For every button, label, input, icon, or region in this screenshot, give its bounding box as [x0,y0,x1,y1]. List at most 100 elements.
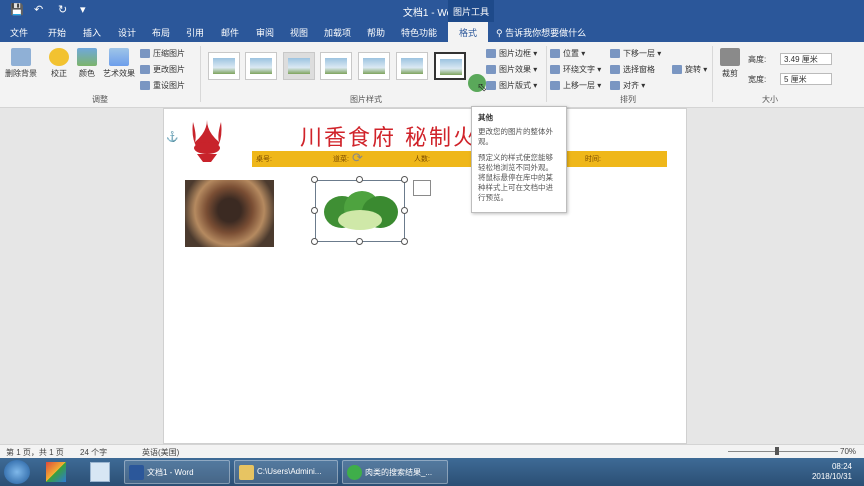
sun-icon [49,48,69,66]
corrections-button[interactable]: 校正 [46,48,72,79]
tab-layout[interactable]: 布局 [152,26,170,39]
bring-forward-label: 上移一层 [563,81,595,90]
picture-style-5[interactable] [358,52,390,80]
effects-icon [486,65,496,75]
position-label: 位置 [563,49,579,58]
artistic-effects-icon [109,48,129,66]
selection-pane-icon [610,65,620,75]
reset-picture-button[interactable]: 重设图片 [140,80,185,91]
taskbar-browser[interactable]: 肉类的搜索结果_... [342,460,448,484]
zoom-level[interactable]: 70% [840,447,856,456]
selection-pane-button[interactable]: 选择窗格 [610,64,655,75]
picture-style-6[interactable] [396,52,428,80]
reset-picture-icon [140,81,150,91]
tab-addins[interactable]: 加载项 [324,26,351,39]
word-count[interactable]: 24 个字 [80,447,107,458]
change-picture-button[interactable]: 更改图片 [140,64,185,75]
align-icon [610,81,620,91]
tell-me-label: 告诉我你想要做什么 [505,28,587,38]
resize-handle[interactable] [401,238,408,245]
language[interactable]: 英语(美国) [142,447,179,458]
resize-handle[interactable] [356,238,363,245]
crop-button[interactable]: 裁剪 [716,48,744,79]
vegetable-image[interactable] [322,188,400,234]
resize-handle[interactable] [311,207,318,214]
crop-label: 裁剪 [722,69,738,78]
tab-home[interactable]: 开始 [48,26,66,39]
taskbar-explorer-label: C:\Users\Admini... [257,467,322,476]
taskbar-word[interactable]: 文档1 - Word [124,460,230,484]
clock[interactable]: 08:24 2018/10/31 [812,462,852,482]
zoom-slider[interactable] [728,451,838,452]
selection-pane-label: 选择窗格 [623,65,655,74]
browser-icon [347,465,362,480]
tooltip-line2: 预定义的样式使您能够轻松地浏览不同外观。将鼠标悬停在库中的某种样式上可在文档中进… [478,153,553,202]
resize-handle[interactable] [401,176,408,183]
taskbar-explorer[interactable]: C:\Users\Admini... [234,460,338,484]
border-icon [486,49,496,59]
picture-style-1[interactable] [208,52,240,80]
compress-icon [140,49,150,59]
page-count[interactable]: 第 1 页，共 1 页 [6,447,64,458]
width-field[interactable]: 5 厘米 [780,73,832,85]
tab-design[interactable]: 设计 [118,26,136,39]
tab-featured[interactable]: 特色功能 [401,26,437,39]
resize-handle[interactable] [311,238,318,245]
tab-file[interactable]: 文件 [10,26,28,39]
picture-layout-button[interactable]: 图片版式 ▾ [486,80,537,91]
tab-references[interactable]: 引用 [186,26,204,39]
remove-background-button[interactable]: 删除背景 [4,48,38,79]
time-label: 时间: [585,156,601,163]
compress-pictures-button[interactable]: 压缩图片 [140,48,185,59]
reset-picture-label: 重设图片 [153,81,185,90]
rotate-handle-icon[interactable]: ⟳ [352,150,363,166]
color-icon [77,48,97,66]
position-button[interactable]: 位置 ▾ [550,48,585,59]
document-title: 川香食府 秘制火 [300,126,477,151]
picture-effects-button[interactable]: 图片效果 ▾ [486,64,537,75]
clock-date: 2018/10/31 [811,472,852,481]
info-bar [252,151,667,167]
start-button[interactable] [4,460,30,484]
picture-border-button[interactable]: 图片边框 ▾ [486,48,537,59]
zoom-slider-thumb[interactable] [775,447,779,455]
group-adjust-label: 调整 [92,95,108,104]
tab-insert[interactable]: 插入 [83,26,101,39]
resize-handle[interactable] [356,176,363,183]
ribbon-tabs: 文件 开始 插入 设计 布局 引用 邮件 审阅 视图 加载项 帮助 特色功能 格… [0,22,864,42]
compress-label: 压缩图片 [153,49,185,58]
resize-handle[interactable] [401,207,408,214]
resize-handle[interactable] [311,176,318,183]
picture-style-7[interactable] [434,52,466,80]
artistic-effects-button[interactable]: 艺术效果 [102,48,136,79]
rotate-button[interactable]: 旋转 ▾ [672,64,707,75]
food-image[interactable] [185,180,274,247]
wrap-text-button[interactable]: 环绕文字 ▾ [550,64,601,75]
send-backward-button[interactable]: 下移一层 ▾ [610,48,661,59]
tab-format[interactable]: 格式 [448,22,488,42]
tab-view[interactable]: 视图 [290,26,308,39]
align-button[interactable]: 对齐 ▾ [610,80,645,91]
effects-label: 图片效果 [499,65,531,74]
bring-forward-button[interactable]: 上移一层 ▾ [550,80,601,91]
folder-icon [239,465,254,480]
divider [546,46,547,102]
windows-explorer-icon[interactable] [46,462,66,482]
tab-help[interactable]: 帮助 [367,26,385,39]
height-label: 高度: [748,55,767,64]
picture-layout-label: 图片版式 [499,81,531,90]
tab-review[interactable]: 审阅 [256,26,274,39]
pictures-icon[interactable] [90,462,110,482]
layout-options-icon[interactable] [413,180,431,196]
picture-style-3[interactable] [283,52,315,80]
more-styles-tooltip: 其他 更改您的图片的整体外观。 预定义的样式使您能够轻松地浏览不同外观。将鼠标悬… [471,106,567,213]
tell-me-search[interactable]: ⚲ 告诉我你想要做什么 [496,26,586,39]
taskbar-browser-label: 肉类的搜索结果_... [365,468,433,477]
color-button[interactable]: 颜色 [74,48,100,79]
tab-mailings[interactable]: 邮件 [221,26,239,39]
height-field[interactable]: 3.49 厘米 [780,53,832,65]
crop-icon [720,48,740,66]
restaurant-logo [187,118,227,166]
picture-style-4[interactable] [320,52,352,80]
picture-style-2[interactable] [245,52,277,80]
